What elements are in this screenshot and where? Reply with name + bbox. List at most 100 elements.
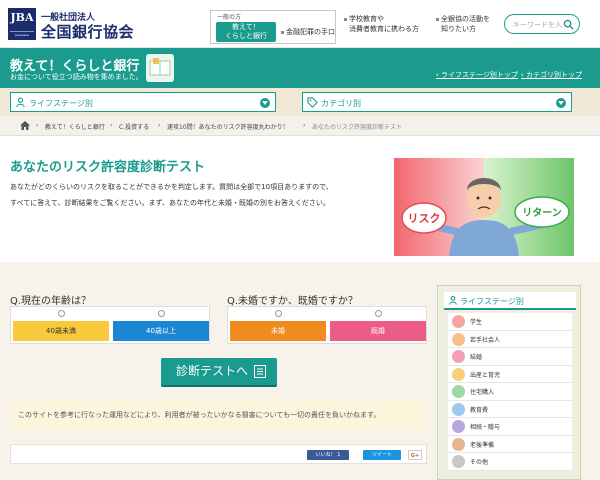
category-select[interactable]: カテゴリ別 xyxy=(302,92,572,112)
option-under-40[interactable]: 40歳未満 xyxy=(13,321,109,341)
question-age: Q.現在の年齢は？ xyxy=(10,296,92,307)
select-label: ライフステージ別 xyxy=(29,99,93,108)
share-bar: いいね！ 1 ツイート G+ xyxy=(10,444,427,464)
breadcrumb-sep: › xyxy=(36,122,39,129)
radio-cell xyxy=(330,310,426,318)
option-over-40[interactable]: 40歳以上 xyxy=(113,321,209,341)
nav-item-label: 全銀協の活動を xyxy=(441,15,490,23)
sidebar-item[interactable]: 結婚 xyxy=(448,348,572,366)
disclaimer: このサイトを参考に行なった運用などにより、利用者が被ったいかなる損害についても一… xyxy=(10,400,427,430)
avatar-icon xyxy=(452,367,465,381)
avatar-icon xyxy=(452,455,465,468)
radio-over-40[interactable] xyxy=(158,310,165,317)
book-icon xyxy=(146,54,174,82)
search-icon[interactable] xyxy=(563,19,574,30)
sidebar-item[interactable]: 教育費 xyxy=(448,400,572,418)
radio-under-40[interactable] xyxy=(58,310,65,317)
tweet-button[interactable]: ツイート xyxy=(363,450,401,460)
logo-mark-sub: Japanese Bankers Association xyxy=(10,31,34,49)
sidebar-item[interactable]: 若手社会人 xyxy=(448,330,572,348)
breadcrumb-sep: › xyxy=(158,122,161,129)
bullet-icon xyxy=(436,17,439,21)
page-title: あなたのリスク許容度診断テスト xyxy=(10,160,206,175)
sidebar-item[interactable]: 老後準備 xyxy=(448,435,572,453)
avatar-icon xyxy=(452,385,465,398)
sidebar-item-label: 老後準備 xyxy=(470,441,495,449)
marital-options: 未婚 既婚 xyxy=(227,306,427,344)
breadcrumb-item[interactable]: 教えて！くらしと銀行 xyxy=(45,122,105,131)
facebook-like-button[interactable]: いいね！ 1 xyxy=(307,450,349,460)
sidebar-item-label: 住宅購入 xyxy=(470,389,495,396)
search-input[interactable]: キーワードを入 xyxy=(504,14,580,34)
question-marital: Q.未婚ですか、既婚ですか？ xyxy=(227,296,358,307)
sidebar-list: 学生若手社会人結婚出産と育児住宅購入教育費相続・贈与老後準備その他 xyxy=(448,313,572,471)
tag-icon xyxy=(307,97,318,108)
nav-item-kurashi[interactable]: 教えて！ くらしと銀行 xyxy=(216,22,276,42)
breadcrumb-current: あなたのリスク許容度診断テスト xyxy=(312,124,403,131)
sidebar-item[interactable]: 学生 xyxy=(448,313,572,331)
chevron-down-icon xyxy=(556,98,566,108)
org-name: 全国銀行協会 xyxy=(41,23,135,41)
link-label: カテゴリ別トップ xyxy=(526,71,583,79)
select-label: カテゴリ別 xyxy=(321,99,361,108)
avatar-icon xyxy=(452,315,465,328)
sidebar-title-label: ライフステージ別 xyxy=(460,297,524,306)
bullet-icon xyxy=(281,30,284,34)
home-icon[interactable] xyxy=(20,121,30,130)
list-icon xyxy=(254,365,266,378)
risk-label: リスク xyxy=(408,212,441,225)
radio-cell xyxy=(230,310,326,318)
nav-item-activities[interactable]: 全銀協の活動を 知りたい方 xyxy=(436,14,490,34)
avatar-icon xyxy=(452,420,465,433)
sidebar-item[interactable]: 出産と育児 xyxy=(448,365,572,383)
sidebar-item-label: 若手社会人 xyxy=(470,336,501,344)
section-subtitle: お金について役立つ読み物を集めました。 xyxy=(10,73,143,81)
intro-line: あなたがどのくらいのリスクを取ることができるかを判定します。質問は全部で10項目… xyxy=(10,183,333,191)
sidebar-item-label: 教育費 xyxy=(470,406,489,414)
breadcrumb: › 教えて！くらしと銀行 › C.投資する › 速攻10問！あなたのリスク許容度… xyxy=(0,116,600,136)
nav-group-label: 一般の方 xyxy=(217,14,242,21)
start-diagnosis-button[interactable]: 診断テストへ xyxy=(161,358,277,385)
radio-cell xyxy=(113,310,209,318)
intro-section: あなたのリスク許容度診断テスト あなたがどのくらいのリスクを取ることができるかを… xyxy=(0,136,600,262)
sidebar-title: ライフステージ別 xyxy=(444,292,576,310)
nav-active-line1: 教えて！ xyxy=(232,23,260,31)
link-category-top[interactable]: › カテゴリ別トップ xyxy=(521,70,582,80)
selector-bar: ライフステージ別 カテゴリ別 xyxy=(0,88,600,116)
avatar-icon xyxy=(452,332,465,346)
jba-logo-mark: JBA Japanese Bankers Association xyxy=(8,8,36,49)
option-married[interactable]: 既婚 xyxy=(330,321,426,341)
sidebar-item[interactable]: 相続・贈与 xyxy=(448,418,572,436)
intro-text: あなたがどのくらいのリスクを取ることができるかを判定します。質問は全部で10項目… xyxy=(10,179,385,211)
section-band: 教えて！くらしと銀行 お金について役立つ読み物を集めました。 › ライフステージ… xyxy=(0,48,600,88)
google-plus-button[interactable]: G+ xyxy=(408,450,422,460)
breadcrumb-item[interactable]: C.投資する xyxy=(119,122,149,131)
age-options: 40歳未満 40歳以上 xyxy=(10,306,210,344)
nav-item-education[interactable]: 学校教育や 消費者教育に携わる方 xyxy=(344,14,419,34)
radio-married[interactable] xyxy=(375,310,382,317)
breadcrumb-item[interactable]: 速攻10問！あなたのリスク許容度丸わかり！ xyxy=(167,122,289,131)
radio-cell xyxy=(13,310,109,318)
sidebar-item-label: 結婚 xyxy=(470,354,483,361)
chevron-down-icon xyxy=(260,98,270,108)
nav-item-label: 学校教育や xyxy=(349,15,384,23)
nav-item-fraud[interactable]: 金融犯罪の手口 xyxy=(281,27,335,37)
sidebar-item-label: その他 xyxy=(470,459,489,466)
sidebar-item-label: 相続・贈与 xyxy=(470,424,501,431)
breadcrumb-sep: › xyxy=(303,122,306,129)
sidebar-item[interactable]: その他 xyxy=(448,453,572,471)
sidebar-life-stage: ライフステージ別 学生若手社会人結婚出産と育児住宅購入教育費相続・贈与老後準備そ… xyxy=(437,285,581,480)
risk-return-illustration: リスク リターン xyxy=(394,158,574,256)
logo-mark-text: JBA xyxy=(10,11,34,24)
link-life-stage-top[interactable]: › ライフステージ別トップ xyxy=(436,70,518,80)
radio-single[interactable] xyxy=(275,310,282,317)
nav-item-label-line2: 知りたい方 xyxy=(441,25,476,33)
option-single[interactable]: 未婚 xyxy=(230,321,326,341)
avatar-icon xyxy=(452,350,465,363)
site-logo[interactable]: JBA Japanese Bankers Association 一般社団法人 … xyxy=(8,8,150,49)
life-stage-select[interactable]: ライフステージ別 xyxy=(10,92,276,112)
person-icon xyxy=(16,97,25,108)
nav-active-line2: くらしと銀行 xyxy=(225,32,267,40)
nav-general-public: 一般の方 教えて！ くらしと銀行 金融犯罪の手口 xyxy=(210,10,336,44)
sidebar-item[interactable]: 住宅購入 xyxy=(448,383,572,401)
